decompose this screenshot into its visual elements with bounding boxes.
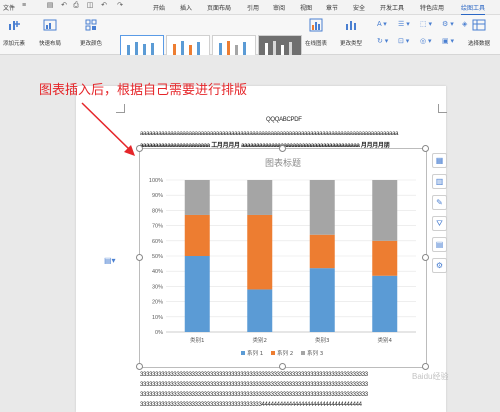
chart-style-icon[interactable]: ▥ [432,174,447,189]
resize-handle[interactable] [136,363,143,370]
document-line: 3333333333333333333333333333333333333333… [140,382,368,388]
bar-segment [372,240,398,276]
y-tick-label: 70% [152,224,163,230]
legend-label: 系列 1 [247,349,263,357]
bar-segment [184,214,210,256]
bar-segment [247,289,273,332]
y-tick-label: 100% [149,178,163,184]
layout-options-icon[interactable]: ▤▾ [104,256,116,265]
resize-handle[interactable] [136,254,143,261]
bar-segment [247,214,273,290]
resize-handle[interactable] [279,363,286,370]
chart-data-icon[interactable]: ▤ [432,237,447,252]
legend-swatch [301,351,305,355]
filter-icon[interactable]: ⛛ [432,216,447,231]
legend-swatch [241,351,245,355]
legend-label: 系列 2 [277,349,293,357]
resize-handle[interactable] [279,145,286,152]
y-tick-label: 30% [152,284,163,290]
bar-segment [372,275,398,332]
stacked-column-chart: 图表标题 0% 10% 20% 30% 40% 50% 60% 70% 80% 90% 100% 类别1… [149,157,416,357]
x-tick-label: 类别3 [315,336,330,344]
resize-handle[interactable] [422,363,429,370]
y-tick-label: 60% [152,239,163,245]
resize-handle[interactable] [136,145,143,152]
x-tick-label: 类别4 [378,336,393,344]
y-tick-label: 20% [152,300,163,306]
document-line: 3333333333333333333333333333333333333333… [140,372,368,378]
bar-segment [247,180,273,215]
pen-icon[interactable]: ✎ [432,195,447,210]
x-tick-label: 类别2 [253,336,268,344]
legend-label: 系列 3 [307,349,324,357]
watermark-logo: Baidu经验 [412,372,449,381]
y-tick-label: 10% [152,315,163,321]
bar-segment [309,234,335,269]
resize-handle[interactable] [422,254,429,261]
chart-elements-icon[interactable]: ▦ [432,153,447,168]
bar-segment [184,180,210,215]
document-line: 3333333333333333333333333333333333333333… [140,402,362,408]
bar-segment [372,180,398,241]
bar-segment [309,180,335,235]
bar-segment [309,268,335,332]
bar-segment [184,256,210,332]
y-tick-label: 50% [152,254,163,260]
settings-icon[interactable]: ⚙ [432,258,447,273]
chart-container[interactable]: 图表标题 0% 10% 20% 30% 40% 50% 60% 70% 80% 90% 100% 类别1… [139,148,427,368]
y-tick-label: 0% [155,330,163,336]
document-line: 3333333333333333333333333333333333333333… [140,392,368,398]
y-tick-label: 80% [152,208,163,214]
chart-title: 图表标题 [265,157,301,169]
x-tick-label: 类别1 [190,336,205,344]
resize-handle[interactable] [422,145,429,152]
y-tick-label: 90% [152,193,163,199]
y-tick-label: 40% [152,269,163,275]
legend-swatch [271,351,275,355]
